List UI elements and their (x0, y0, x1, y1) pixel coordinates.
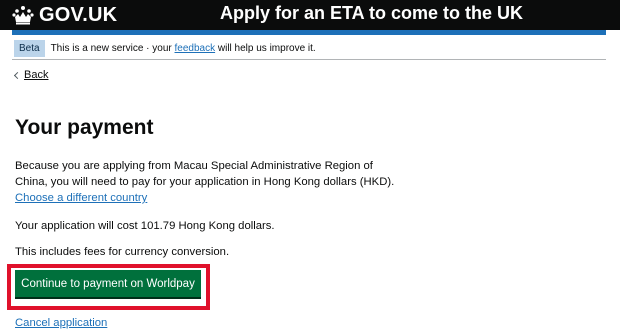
page-title: Your payment (15, 116, 154, 139)
feedback-link[interactable]: feedback (175, 43, 216, 54)
phase-banner: Beta This is a new service · your feedba… (12, 38, 606, 60)
application-cost-text: Your application will cost 101.79 Hong K… (15, 220, 275, 232)
phase-text-after: will help us improve it. (215, 43, 316, 54)
phase-tag: Beta (14, 40, 45, 57)
govuk-logo-link[interactable]: GOV.UK (12, 2, 117, 28)
service-name[interactable]: Apply for an ETA to come to the UK (220, 3, 523, 24)
logo-text: GOV.UK (39, 3, 118, 26)
header-accent-bar (12, 30, 606, 35)
payment-currency-text: Because you are applying from Macau Spec… (15, 160, 395, 188)
crown-icon (12, 6, 34, 25)
payment-currency-paragraph: Because you are applying from Macau Spec… (15, 158, 395, 206)
choose-different-country-link[interactable]: Choose a different country (15, 192, 147, 204)
back-link[interactable]: Back (13, 69, 49, 81)
cancel-application-link[interactable]: Cancel application (15, 315, 395, 331)
back-link-label: Back (24, 69, 49, 81)
phase-text: This is a new service · your feedback wi… (51, 43, 316, 54)
chevron-left-icon (13, 71, 22, 80)
continue-to-payment-button[interactable]: Continue to payment on Worldpay (15, 270, 201, 297)
currency-fees-text: This includes fees for currency conversi… (15, 246, 230, 258)
phase-text-before: This is a new service · your (50, 43, 175, 54)
site-header: GOV.UK Apply for an ETA to come to the U… (0, 0, 620, 30)
